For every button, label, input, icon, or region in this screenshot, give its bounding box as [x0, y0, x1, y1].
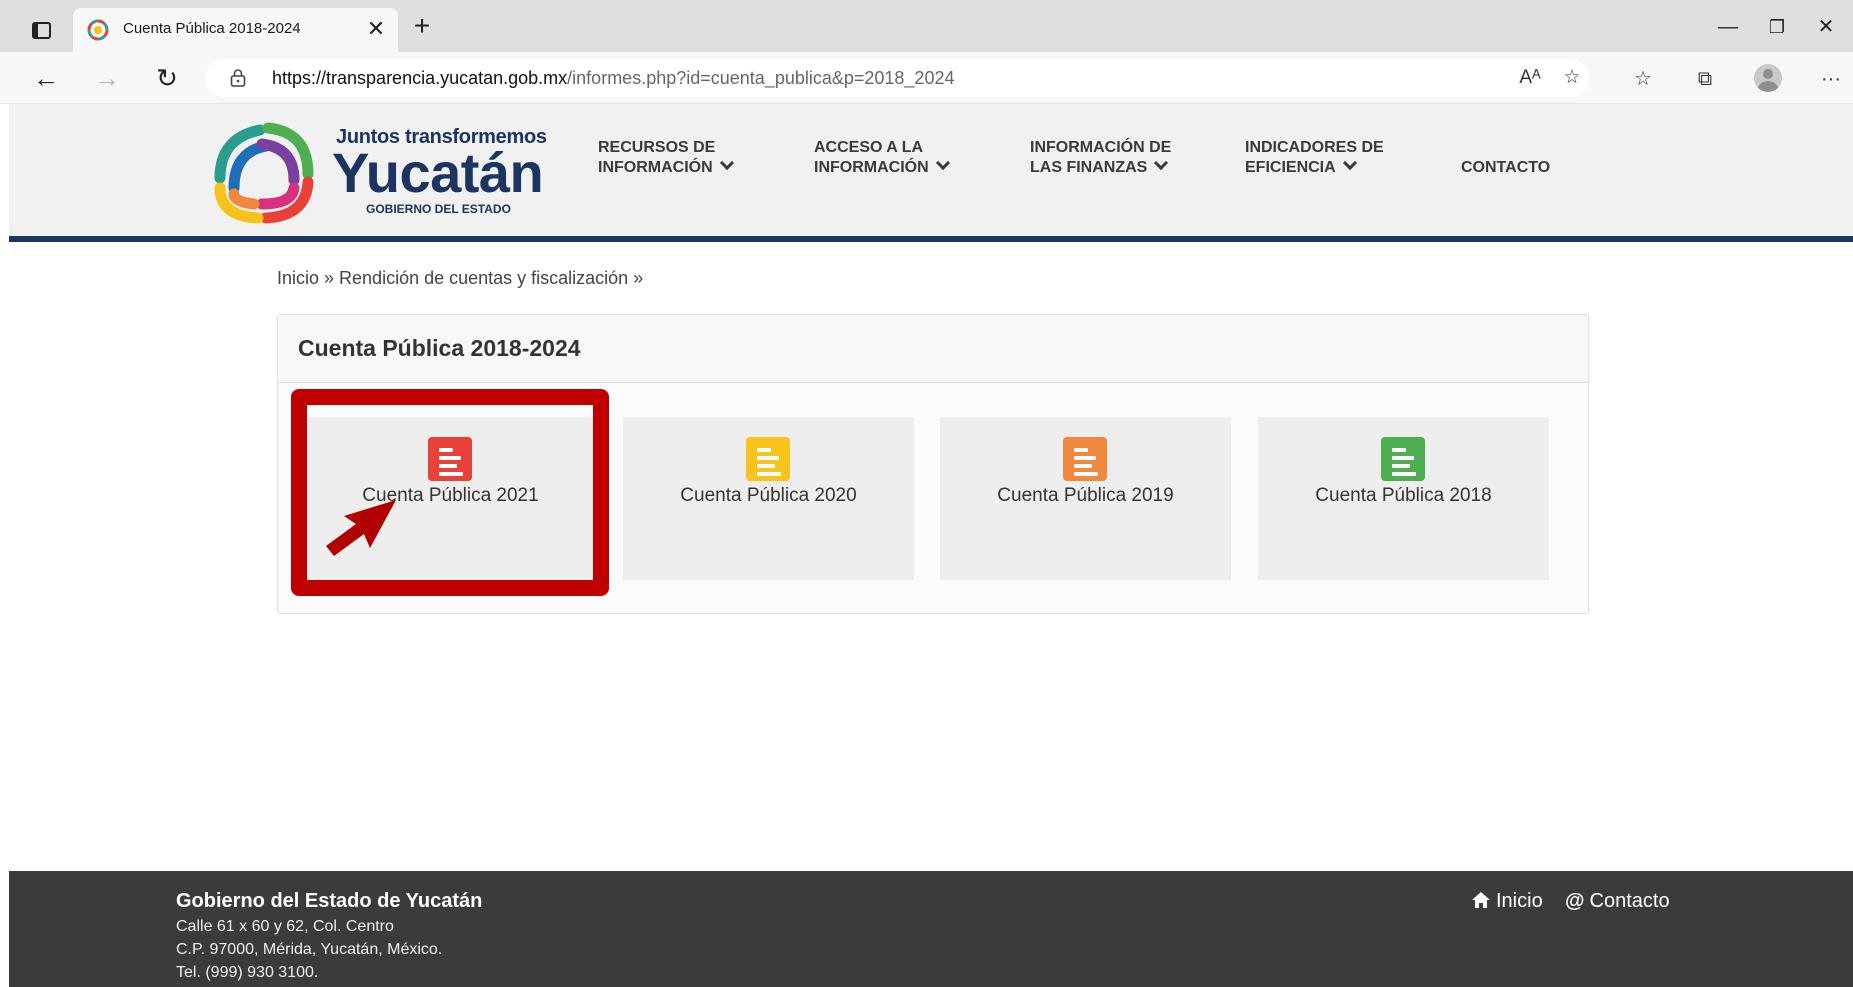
card-label: Cuenta Pública 2018	[1315, 485, 1492, 506]
footer-address-line1: Calle 61 x 60 y 62, Col. Centro	[176, 918, 394, 935]
site-footer: Gobierno del Estado de Yucatán Calle 61 …	[9, 871, 1853, 987]
panel-title: Cuenta Pública 2018-2024	[298, 335, 581, 361]
footer-phone: Tel. (999) 930 3100.	[176, 964, 319, 981]
footer-link-contacto-label: Contacto	[1589, 890, 1670, 912]
menu-indicadores-line1: INDICADORES DE	[1245, 139, 1384, 156]
pointer-arrow-icon	[326, 500, 396, 556]
browser-toolbar: ← → ↻ https://transparencia.yucatan.gob.…	[0, 52, 1853, 104]
footer-title: Gobierno del Estado de Yucatán	[176, 890, 483, 912]
tab-title: Cuenta Pública 2018-2024	[123, 20, 301, 37]
site-header: Juntos transformemos Yucatán GOBIERNO DE…	[9, 104, 1853, 242]
profile-avatar[interactable]	[1754, 64, 1782, 92]
tab-actions-icon[interactable]	[26, 15, 56, 45]
logo-subtitle: GOBIERNO DEL ESTADO	[366, 202, 511, 216]
menu-finanzas-line2: LAS FINANZAS	[1030, 159, 1148, 176]
forward-button[interactable]: →	[90, 61, 124, 95]
menu-acceso-line1: ACCESO A LA	[814, 139, 924, 156]
menu-finanzas-line1: INFORMACIÓN DE	[1030, 139, 1172, 156]
logo-title: Yucatán	[332, 141, 544, 204]
home-icon	[1472, 892, 1490, 908]
minimize-button[interactable]: —	[1708, 12, 1748, 42]
card-cuenta-publica-2020[interactable]: Cuenta Pública 2020	[623, 417, 914, 580]
tab-close-icon[interactable]: ✕	[363, 16, 389, 42]
address-bar[interactable]: https://transparencia.yucatan.gob.mx/inf…	[205, 59, 1590, 97]
yucatan-logo-icon[interactable]	[210, 118, 317, 225]
restore-button[interactable]: ❐	[1757, 12, 1797, 42]
site-favicon-icon	[87, 19, 109, 41]
lock-icon[interactable]	[230, 69, 246, 87]
footer-link-inicio[interactable]: Inicio	[1471, 890, 1543, 913]
chevron-down-icon	[1154, 155, 1169, 171]
read-aloud-icon[interactable]: Aᴬ	[1517, 66, 1543, 90]
menu-contacto[interactable]: CONTACTO	[1461, 158, 1550, 178]
menu-recursos-line2: INFORMACIÓN	[598, 159, 713, 176]
at-icon: @	[1565, 890, 1585, 912]
url-path: /informes.php?id=cuenta_publica&p=2018_2…	[567, 68, 955, 88]
menu-finanzas[interactable]: INFORMACIÓN DE LAS FINANZAS	[1030, 138, 1171, 178]
menu-recursos[interactable]: RECURSOS DE INFORMACIÓN	[598, 138, 734, 178]
favorite-star-icon[interactable]: ☆	[1559, 66, 1585, 90]
favorites-icon[interactable]: ☆	[1628, 65, 1658, 93]
menu-acceso-line2: INFORMACIÓN	[814, 159, 929, 176]
chevron-down-icon	[935, 155, 950, 171]
document-icon	[1063, 437, 1107, 481]
card-label: Cuenta Pública 2019	[997, 485, 1174, 506]
menu-contacto-label: CONTACTO	[1461, 159, 1551, 176]
url-host: https://transparencia.yucatan.gob.mx	[272, 68, 568, 88]
footer-link-inicio-label: Inicio	[1496, 890, 1543, 912]
collections-icon[interactable]: ⧉	[1690, 65, 1720, 93]
url-text[interactable]: https://transparencia.yucatan.gob.mx/inf…	[272, 68, 954, 89]
browser-tab-bar: Cuenta Pública 2018-2024 ✕ + — ❐ ✕	[0, 0, 1853, 52]
card-label: Cuenta Pública 2020	[680, 485, 857, 506]
breadcrumb[interactable]: Inicio » Rendición de cuentas y fiscaliz…	[277, 268, 643, 289]
document-icon	[1381, 437, 1425, 481]
window-close-button[interactable]: ✕	[1806, 12, 1846, 42]
menu-acceso[interactable]: ACCESO A LA INFORMACIÓN	[814, 138, 950, 178]
browser-tab[interactable]: Cuenta Pública 2018-2024 ✕	[73, 8, 398, 52]
card-cuenta-publica-2018[interactable]: Cuenta Pública 2018	[1258, 417, 1549, 580]
more-menu-icon[interactable]: ···	[1816, 65, 1846, 93]
chevron-down-icon	[719, 155, 734, 171]
menu-indicadores-line2: EFICIENCIA	[1245, 159, 1336, 176]
chevron-down-icon	[1342, 155, 1357, 171]
card-cuenta-publica-2019[interactable]: Cuenta Pública 2019	[940, 417, 1231, 580]
footer-link-contacto[interactable]: @ Contacto	[1565, 890, 1670, 913]
document-icon	[746, 437, 790, 481]
new-tab-button[interactable]: +	[407, 12, 437, 42]
refresh-button[interactable]: ↻	[150, 61, 184, 95]
panel-header: Cuenta Pública 2018-2024	[278, 315, 1588, 383]
back-button[interactable]: ←	[29, 61, 63, 95]
highlight-annotation	[291, 389, 609, 596]
menu-indicadores[interactable]: INDICADORES DE EFICIENCIA	[1245, 138, 1384, 178]
footer-address-line2: C.P. 97000, Mérida, Yucatán, México.	[176, 941, 443, 958]
menu-recursos-line1: RECURSOS DE	[598, 139, 716, 156]
